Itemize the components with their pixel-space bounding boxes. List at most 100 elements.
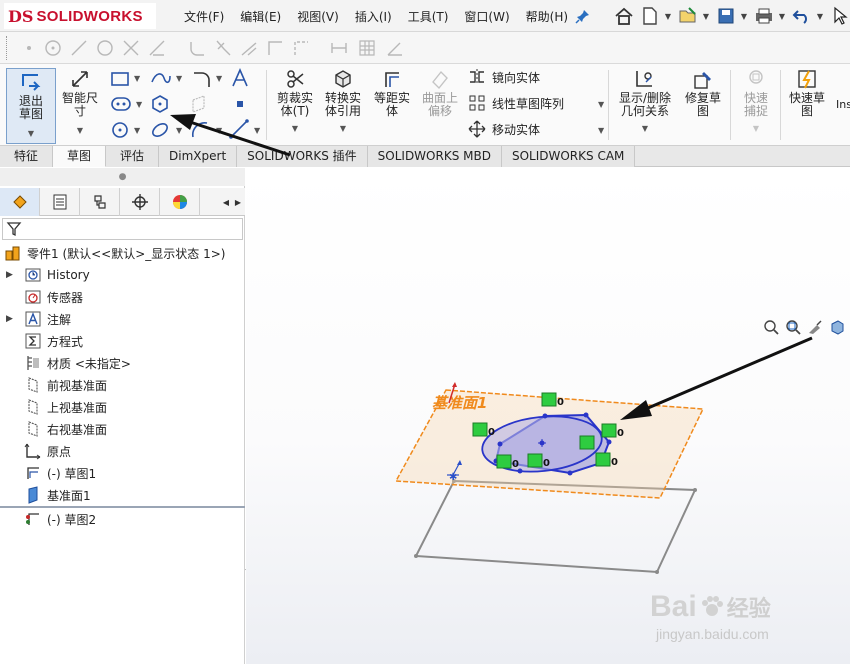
display-manager-tab[interactable] (160, 188, 200, 216)
move-dropdown-icon[interactable]: ▼ (598, 126, 604, 135)
arc-icon[interactable] (190, 120, 210, 143)
print-dropdown-icon[interactable]: ▼ (778, 4, 786, 28)
smart-dimension-button[interactable]: 智能尺寸 ▼ (58, 68, 102, 137)
exit-sketch-dropdown-icon[interactable]: ▼ (7, 127, 55, 140)
angle-dimension-icon[interactable] (386, 39, 404, 57)
spline-dropdown-icon[interactable]: ▼ (176, 74, 182, 83)
open-dropdown-icon[interactable]: ▼ (702, 4, 710, 28)
tree-item-sketch2[interactable]: (-) 草图2 (24, 508, 96, 530)
tab-solidworks-mbd[interactable]: SOLIDWORKS MBD (367, 146, 502, 167)
point-icon[interactable] (20, 39, 38, 57)
new-document-icon[interactable] (638, 4, 662, 28)
text-icon[interactable] (230, 68, 250, 91)
relation-badge[interactable]: 0 (541, 392, 564, 408)
tab-features[interactable]: 特征 (0, 146, 54, 167)
plane-icon[interactable] (190, 94, 208, 117)
centerline-icon[interactable] (292, 39, 310, 57)
tree-item-origin[interactable]: 原点 (24, 440, 71, 462)
slot-icon[interactable] (110, 96, 132, 115)
tree-item-sketch1[interactable]: (-) 草图1 (24, 462, 96, 484)
polygon-icon[interactable] (96, 39, 114, 57)
tree-item-history[interactable]: ▶ History (6, 264, 90, 286)
spline-icon[interactable] (150, 70, 172, 91)
relations-dropdown-icon[interactable]: ▼ (614, 122, 676, 135)
display-delete-relations-button[interactable]: 显示/删除几何关系 ▼ (614, 68, 676, 135)
dimension-icon[interactable] (330, 39, 348, 57)
menu-edit[interactable]: 编辑(E) (232, 8, 289, 25)
chamfer-icon[interactable] (214, 39, 232, 57)
tree-item-plane1[interactable]: 基准面1 (24, 484, 91, 506)
line-icon[interactable] (70, 39, 88, 57)
tab-sketch[interactable]: 草图 (53, 146, 107, 167)
pin-icon[interactable] (575, 8, 591, 24)
tree-item-top-plane[interactable]: 上视基准面 (24, 396, 107, 418)
menu-help[interactable]: 帮助(H) (518, 8, 576, 25)
menu-tools[interactable]: 工具(T) (400, 8, 457, 25)
plane1-label[interactable]: 基准面1 (432, 394, 487, 412)
tree-item-front-plane[interactable]: 前视基准面 (24, 374, 107, 396)
convert-dropdown-icon[interactable]: ▼ (320, 122, 366, 135)
feature-manager-tab[interactable] (0, 188, 40, 216)
tab-dimxpert[interactable]: DimXpert (159, 146, 238, 167)
trim-entities-button[interactable]: 剪裁实体(T) ▼ (272, 68, 318, 135)
rectangle-dropdown-icon[interactable]: ▼ (134, 74, 140, 83)
save-icon[interactable] (714, 4, 738, 28)
property-manager-tab[interactable] (40, 188, 80, 216)
mirror-entities-button[interactable]: 镜向实体 (468, 68, 540, 86)
slot-dropdown-icon[interactable]: ▼ (136, 100, 142, 109)
tree-item-sensors[interactable]: 传感器 (24, 286, 83, 308)
fillet-dropdown-icon[interactable]: ▼ (216, 74, 222, 83)
select-icon[interactable] (828, 4, 850, 28)
tab-solidworks-cam[interactable]: SOLIDWORKS CAM (501, 146, 636, 167)
tree-item-equations[interactable]: 方程式 (24, 330, 83, 352)
origin-marker-icon[interactable]: ✱ (449, 472, 457, 483)
rapid-sketch-button[interactable]: 快速草图 (784, 68, 830, 118)
sketch-line-icon[interactable] (228, 118, 250, 143)
linear-pattern-button[interactable]: 线性草图阵列 (468, 94, 564, 112)
print-icon[interactable] (752, 4, 776, 28)
line-dropdown-icon[interactable]: ▼ (254, 126, 260, 135)
grid-icon[interactable] (358, 39, 376, 57)
menu-view[interactable]: 视图(V) (289, 8, 347, 25)
plane-corner-handle[interactable] (414, 554, 418, 558)
toolbar-grip[interactable] (6, 36, 8, 60)
trim-dropdown-icon[interactable]: ▼ (272, 122, 318, 135)
pane-grip[interactable]: ● (0, 168, 245, 186)
angle-icon[interactable] (148, 39, 166, 57)
plane-corner-handle[interactable] (693, 488, 697, 492)
expand-icon[interactable]: ▶ (6, 314, 16, 324)
plane-corner-handle[interactable] (655, 570, 659, 574)
tab-scroll-left-icon[interactable]: ◀ (220, 188, 232, 216)
expand-icon[interactable]: ▶ (6, 270, 16, 280)
undo-icon[interactable] (790, 4, 814, 28)
rollback-bar[interactable] (0, 506, 245, 508)
polygon-tool-icon[interactable] (150, 94, 170, 117)
menu-insert[interactable]: 插入(I) (347, 8, 400, 25)
fillet-icon[interactable] (188, 39, 206, 57)
dimxpert-manager-tab[interactable] (120, 188, 160, 216)
quick-snaps-dropdown-icon[interactable]: ▼ (734, 122, 778, 135)
open-icon[interactable] (676, 4, 700, 28)
corner-icon[interactable] (266, 39, 284, 57)
repair-sketch-button[interactable]: 修复草图 (680, 68, 726, 118)
rectangle-icon[interactable] (110, 70, 130, 91)
solidworks-logo[interactable]: DS SOLIDWORKS (4, 3, 156, 29)
tab-scroll-right-icon[interactable]: ▶ (232, 188, 244, 216)
home-icon[interactable] (612, 4, 636, 28)
configuration-manager-tab[interactable] (80, 188, 120, 216)
undo-dropdown-icon[interactable]: ▼ (816, 4, 824, 28)
tree-filter-field[interactable] (2, 218, 243, 240)
quick-snaps-button[interactable]: 快速捕捉 ▼ (734, 68, 778, 135)
move-entities-button[interactable]: 移动实体 (468, 120, 540, 138)
ellipse-dropdown-icon[interactable]: ▼ (176, 126, 182, 135)
convert-entities-button[interactable]: 转换实体引用 ▼ (320, 68, 366, 135)
tree-item-annotations[interactable]: ▶ 注解 (6, 308, 71, 330)
save-dropdown-icon[interactable]: ▼ (740, 4, 748, 28)
arc-dropdown-icon[interactable]: ▼ (216, 126, 222, 135)
circle-dropdown-icon[interactable]: ▼ (134, 126, 140, 135)
linear-pattern-dropdown-icon[interactable]: ▼ (598, 100, 604, 109)
offset-on-surface-button[interactable]: 曲面上偏移 (418, 68, 462, 118)
trim-icon[interactable] (122, 39, 140, 57)
new-dropdown-icon[interactable]: ▼ (664, 4, 672, 28)
menu-window[interactable]: 窗口(W) (456, 8, 517, 25)
